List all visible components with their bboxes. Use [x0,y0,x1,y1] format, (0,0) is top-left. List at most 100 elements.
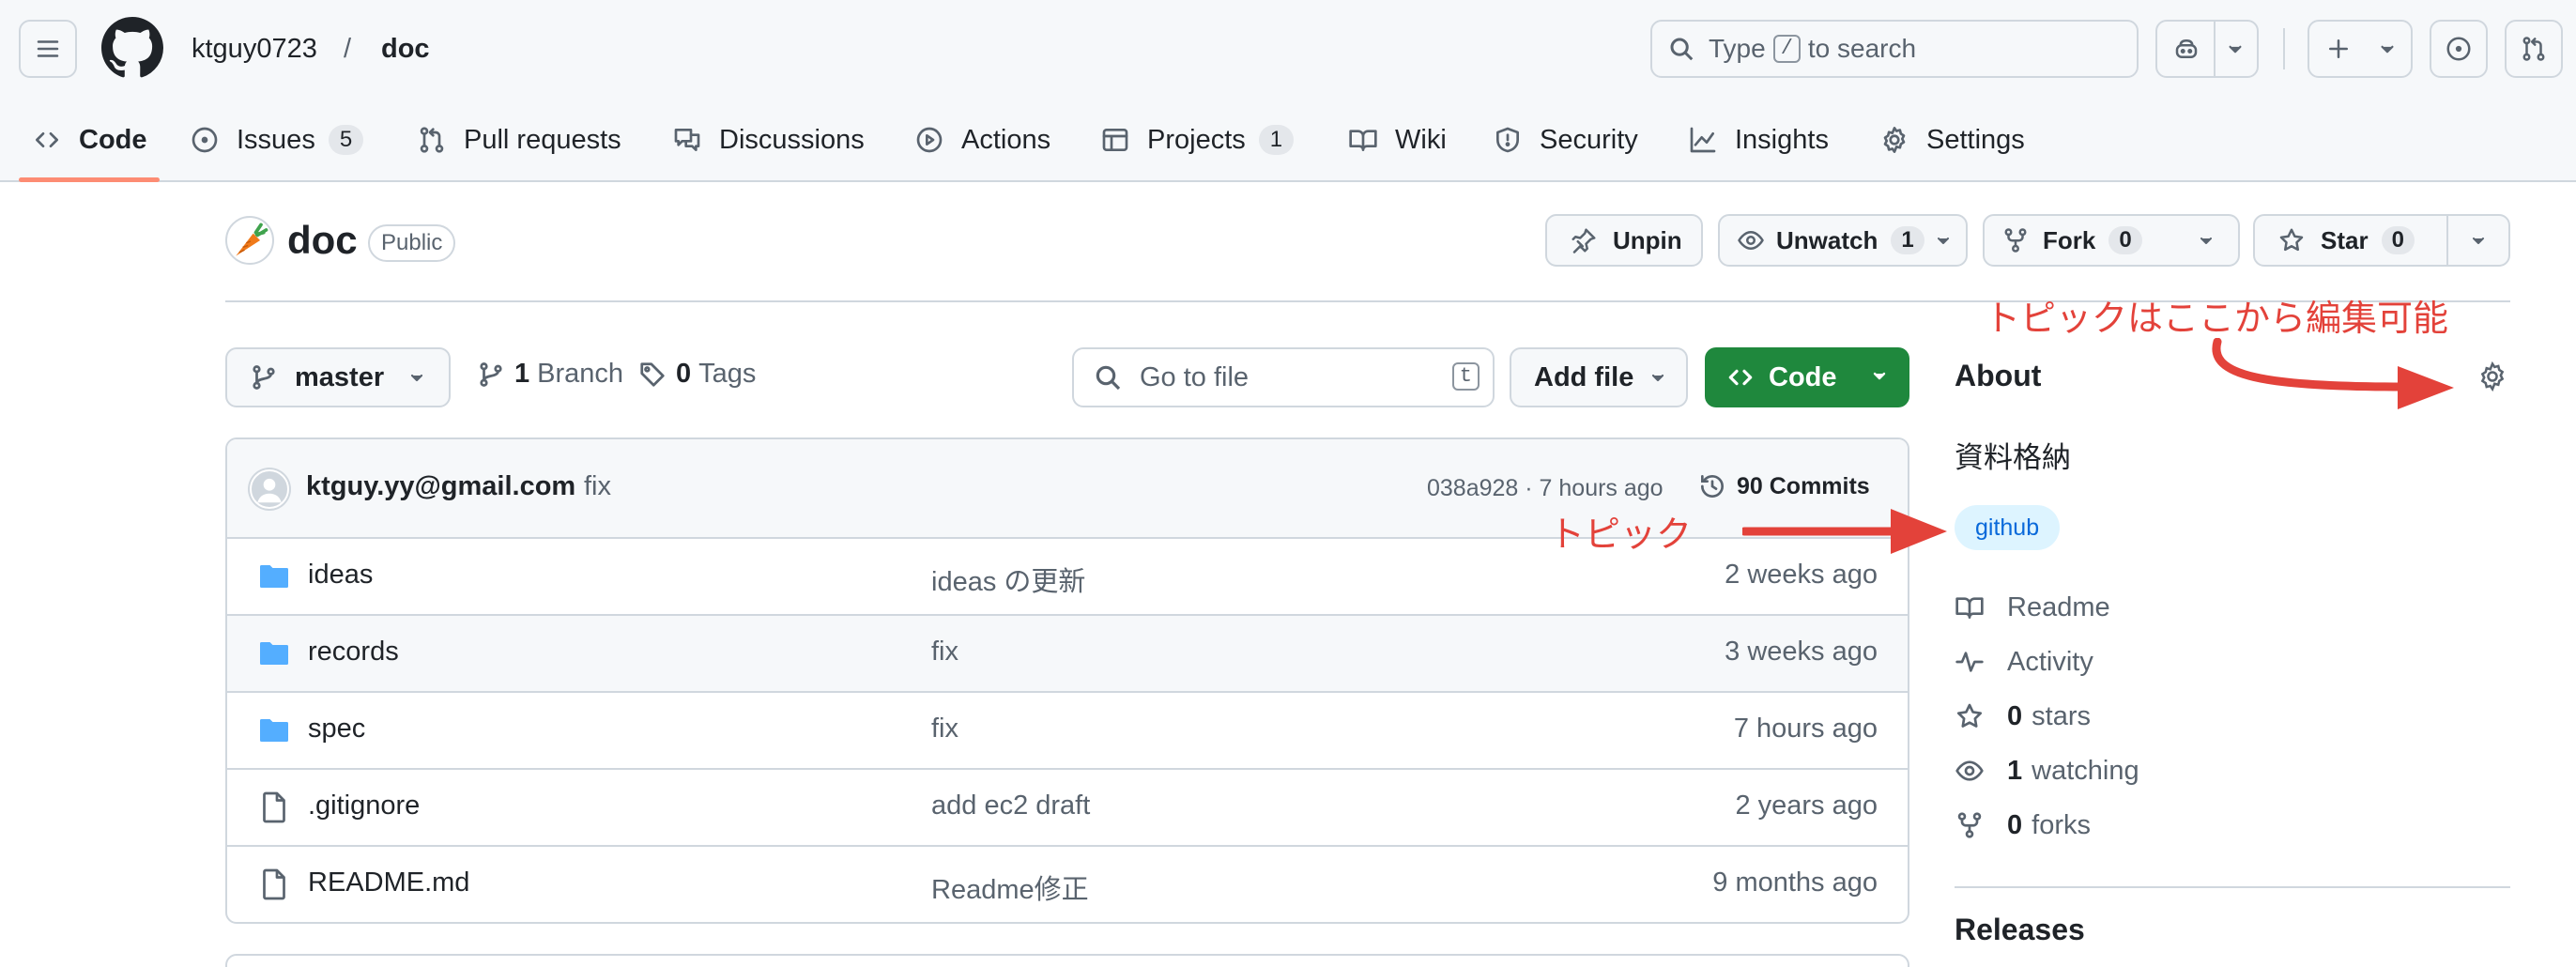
add-file-button[interactable]: Add file [1510,347,1688,407]
file-commit-message[interactable]: add ec2 draft [931,790,1090,821]
tab-label: Issues [237,124,315,155]
chevron-down-icon [2223,37,2247,61]
folder-icon [257,714,291,747]
chevron-down-icon [2375,37,2400,61]
commit-meta[interactable]: 038a928 · 7 hours ago [1427,475,1664,502]
commit-author[interactable]: ktguy.yy@gmail.com [306,471,575,502]
table-row[interactable]: README.md Readme修正 9 months ago [227,847,1908,922]
stars-label: stars [2032,700,2091,731]
watchers-link[interactable]: 1 watching [1955,752,2139,790]
menu-button[interactable] [19,20,77,78]
unwatch-button[interactable]: Unwatch 1 [1718,214,1968,267]
create-new-button[interactable] [2308,20,2413,78]
readme-link[interactable]: Readme [1955,589,2110,626]
branch-selector[interactable]: master [225,347,451,407]
tag-count: 0 [676,359,692,389]
repo-title[interactable]: doc [287,218,358,263]
tab-pull-requests[interactable]: Pull requests [417,116,621,163]
repo-forked-icon [1955,810,2007,840]
gear-icon [1879,125,1926,155]
forks-count: 0 [2007,809,2023,840]
releases-heading[interactable]: Releases [1955,913,2085,947]
issues-button[interactable] [2430,20,2488,78]
table-row[interactable]: records fix 3 weeks ago [227,616,1908,693]
tab-label: Wiki [1395,124,1447,155]
fork-button[interactable]: Fork 0 [1983,214,2204,267]
git-branch-icon [477,361,505,389]
commits-link[interactable]: 90 Commits [1697,471,1870,501]
repo-owner-link[interactable]: ktguy0723 [192,30,317,68]
pin-icon [1570,226,1598,254]
pull-requests-button[interactable] [2505,20,2563,78]
file-name[interactable]: records [308,637,399,668]
tab-settings[interactable]: Settings [1879,116,2025,163]
fork-label: Fork [2043,225,2096,254]
tab-actions[interactable]: Actions [914,116,1050,163]
watch-counter: 1 [1891,226,1924,254]
file-commit-date: 2 years ago [1735,790,1878,821]
file-name[interactable]: README.md [308,867,469,898]
repo-avatar [225,216,274,265]
shield-icon [1493,125,1540,155]
go-to-file-shortcut: t [1451,362,1480,391]
chevron-down-icon [2195,229,2217,252]
fork-dropdown-button[interactable] [2174,214,2240,267]
unpin-button[interactable]: Unpin [1545,214,1703,267]
fork-counter: 0 [2108,226,2142,254]
folder-icon [257,560,291,593]
tab-projects[interactable]: Projects 1 [1100,116,1295,163]
branches-link[interactable]: 1 Branch [477,359,623,390]
go-to-file-input[interactable]: Go to file t [1072,347,1495,407]
file-name[interactable]: .gitignore [308,790,420,821]
github-logo-icon[interactable] [101,17,163,79]
author-avatar[interactable] [250,469,289,509]
stars-count: 0 [2007,700,2023,731]
issue-opened-icon [190,125,237,155]
copilot-button[interactable] [2155,20,2259,78]
global-header: ktguy0723 / doc Type / to search Code Is… [0,0,2576,182]
tab-code[interactable]: Code [32,116,147,163]
history-icon [1697,471,1727,501]
stars-link[interactable]: 0 stars [1955,698,2091,735]
table-row[interactable]: .gitignore add ec2 draft 2 years ago [227,770,1908,847]
go-to-file-placeholder: Go to file [1140,361,1250,392]
commit-message[interactable]: fix [584,471,611,502]
activity-link[interactable]: Activity [1955,643,2093,681]
tab-discussions[interactable]: Discussions [672,116,865,163]
file-commit-message[interactable]: fix [931,714,958,744]
star-button[interactable]: Star 0 [2253,214,2510,267]
readme-box [225,954,1909,967]
repo-name-link[interactable]: doc [381,30,430,68]
commits-count: 90 Commits [1737,472,1870,499]
file-name[interactable]: ideas [308,560,373,591]
forks-link[interactable]: 0 forks [1955,806,2091,844]
active-tab-indicator [19,177,160,182]
file-commit-message[interactable]: fix [931,637,958,668]
pulse-icon [1955,647,2007,677]
tab-insights[interactable]: Insights [1688,116,1829,163]
file-commit-message[interactable]: ideas の更新 [931,560,1085,599]
file-name[interactable]: spec [308,714,365,744]
issue-opened-icon [2445,35,2473,63]
tab-issues[interactable]: Issues 5 [190,116,364,163]
graph-icon [1688,125,1735,155]
table-row[interactable]: spec fix 7 hours ago [227,693,1908,770]
branch-label: Branch [537,359,624,389]
tab-label: Discussions [719,124,865,155]
tab-security[interactable]: Security [1493,116,1638,163]
code-button[interactable]: Code [1705,347,1909,407]
book-icon [1348,125,1395,155]
tab-wiki[interactable]: Wiki [1348,116,1447,163]
add-file-label: Add file [1534,361,1634,392]
comment-discussion-icon [672,125,719,155]
tags-link[interactable]: 0 Tags [638,359,756,390]
watching-label: watching [2032,755,2139,786]
about-settings-button[interactable] [2476,361,2508,392]
search-input[interactable]: Type / to search [1650,20,2139,78]
annotation-arrow-icon [1742,507,1949,556]
file-commit-message[interactable]: Readme修正 [931,867,1089,907]
book-icon [1955,592,2007,622]
file-commit-date: 9 months ago [1712,867,1878,898]
about-heading: About [1955,359,2042,392]
topic-tag[interactable]: github [1955,505,2061,550]
